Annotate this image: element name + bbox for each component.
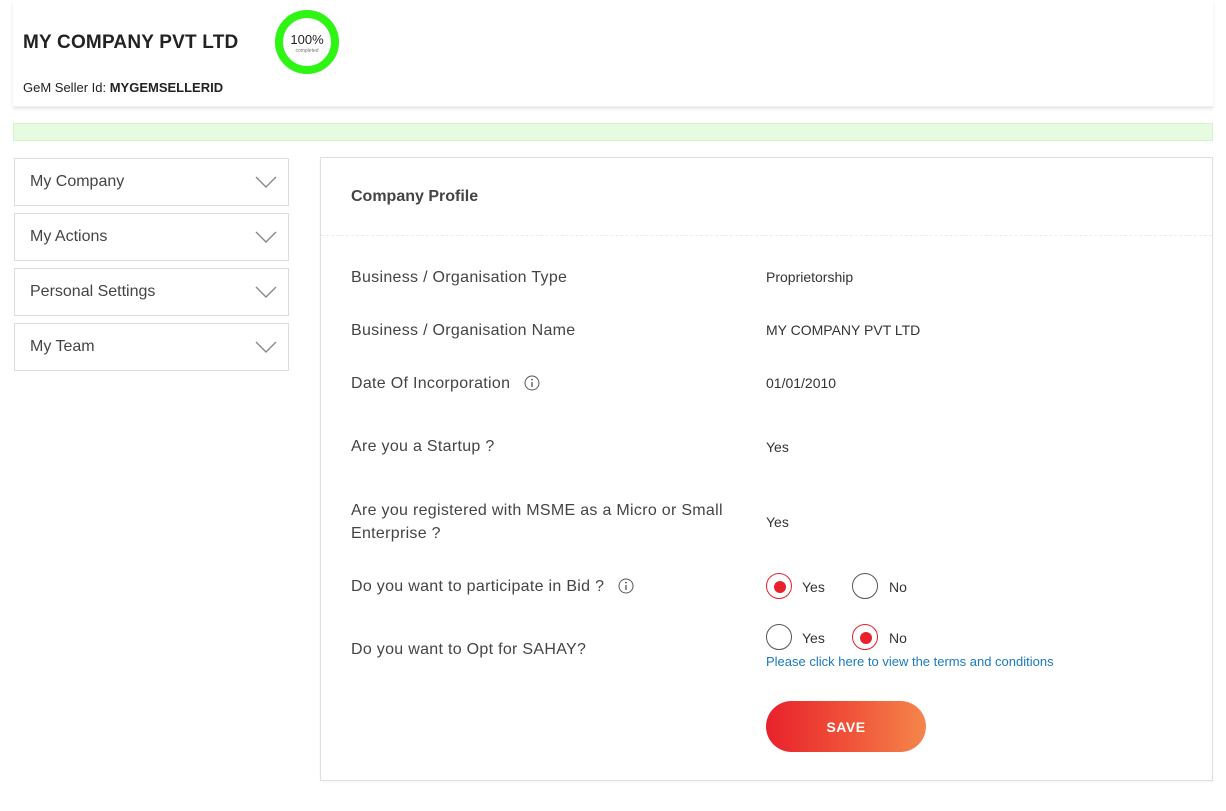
sahay-no-label: No [889,630,907,646]
startup-value: Yes [766,439,789,455]
sidebar: My Company My Actions Personal Settings … [14,158,289,378]
sidebar-item-label: My Company [30,173,125,190]
sidebar-item-personal-settings[interactable]: Personal Settings [14,268,289,316]
bid-label: Do you want to participate in Bid ? [351,578,605,595]
chevron-down-icon [255,231,277,243]
bid-yes-label: Yes [802,579,825,595]
progress-percent-text: 100% [290,32,324,47]
sahay-yes-label: Yes [802,630,825,646]
info-icon[interactable] [618,578,634,594]
sidebar-item-label: Personal Settings [30,283,156,300]
bid-label-row: Do you want to participate in Bid ? [351,575,634,598]
chevron-down-icon [255,286,277,298]
company-name: MY COMPANY PVT LTD [23,32,239,53]
doi-value: 01/01/2010 [766,375,837,391]
chevron-down-icon [255,176,277,188]
sidebar-item-label: My Team [30,338,95,355]
info-icon[interactable] [524,375,540,391]
seller-id: GeM Seller Id: MYGEMSELLERID [23,80,223,95]
org-name-label: Business / Organisation Name [351,322,576,339]
panel-divider [321,235,1212,236]
bid-no-label: No [889,579,907,595]
sahay-yes-radio[interactable] [766,624,792,650]
startup-label: Are you a Startup ? [351,438,495,455]
sahay-no-radio[interactable] [852,624,878,650]
sidebar-item-my-actions[interactable]: My Actions [14,213,289,261]
company-header: MY COMPANY PVT LTD 100% completed GeM Se… [13,0,1213,107]
sidebar-item-my-company[interactable]: My Company [14,158,289,206]
panel-title: Company Profile [351,188,479,205]
seller-id-value: MYGEMSELLERID [109,80,224,95]
save-button[interactable]: SAVE [766,701,926,752]
org-name-value: MY COMPANY PVT LTD [766,322,921,338]
bid-yes-radio[interactable] [766,573,792,599]
company-profile-panel: Company Profile Business / Organisation … [320,157,1213,781]
chevron-down-icon [255,341,277,353]
sidebar-item-my-team[interactable]: My Team [14,323,289,371]
msme-value: Yes [766,514,789,530]
org-type-value: Proprietorship [766,269,854,285]
progress-sub-text: completed [295,48,319,54]
seller-id-label: GeM Seller Id: [23,80,107,95]
doi-label: Date Of Incorporation [351,375,511,392]
msme-label: Are you registered with MSME as a Micro … [351,502,723,542]
sahay-label: Do you want to Opt for SAHAY? [351,641,587,658]
doi-label-row: Date Of Incorporation [351,372,540,395]
status-strip [13,123,1213,141]
org-type-label: Business / Organisation Type [351,269,568,286]
terms-conditions-link[interactable]: Please click here to view the terms and … [766,654,1054,669]
profile-completion-ring: 100% completed [274,9,340,75]
sidebar-item-label: My Actions [30,228,108,245]
bid-no-radio[interactable] [852,573,878,599]
